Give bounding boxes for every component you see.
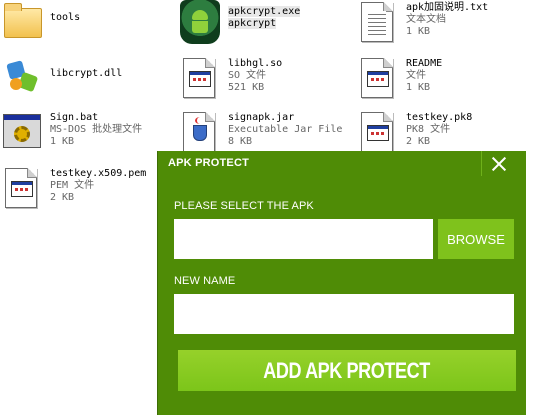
file-desc: apkcrypt (228, 18, 277, 29)
file-name: README (406, 58, 443, 69)
file-name: tools (50, 12, 81, 23)
apk-protect-dialog: APK PROTECT PLEASE SELECT THE APK BROWSE… (157, 151, 526, 415)
file-size: 1 KB (406, 26, 431, 37)
file-size: 521 KB (228, 82, 265, 93)
file-libcrypt[interactable]: libcrypt.dll (2, 56, 122, 100)
file-type: PEM 文件 (50, 180, 95, 191)
file-type: SO 文件 (228, 70, 267, 81)
file-size: 1 KB (406, 82, 431, 93)
file-size: 1 KB (50, 136, 75, 147)
file-size: 8 KB (228, 136, 253, 147)
file-libhgl[interactable]: libhgl.so SO 文件 521 KB (180, 56, 282, 100)
file-name: apkcrypt.exe (228, 6, 301, 17)
file-type: 文件 (406, 70, 426, 81)
file-name: apk加固说明.txt (406, 2, 489, 13)
android-app-icon (180, 0, 220, 44)
add-apk-protect-button[interactable]: ADD APK PROTECT (178, 350, 516, 391)
file-name: Sign.bat (50, 112, 99, 123)
file-name: libhgl.so (228, 58, 283, 69)
generic-file-icon (180, 56, 220, 100)
close-button[interactable] (481, 151, 516, 176)
file-testkey-pem[interactable]: testkey.x509.pem PEM 文件 2 KB (2, 166, 146, 210)
batch-file-icon (2, 110, 42, 154)
dialog-titlebar[interactable]: APK PROTECT (158, 151, 526, 177)
new-name-label: NEW NAME (174, 275, 236, 287)
file-signapk[interactable]: signapk.jar Executable Jar File 8 KB (180, 110, 342, 154)
file-size: 2 KB (406, 136, 431, 147)
file-readme[interactable]: README 文件 1 KB (358, 56, 442, 100)
file-tools[interactable]: tools (2, 0, 80, 44)
browse-button[interactable]: BROWSE (438, 219, 514, 259)
file-type: 文本文档 (406, 14, 446, 25)
file-apkcrypt[interactable]: apkcrypt.exe apkcrypt (180, 0, 301, 44)
dialog-title: APK PROTECT (168, 157, 250, 169)
generic-file-icon (358, 56, 398, 100)
add-apk-protect-label: ADD APK PROTECT (263, 357, 431, 383)
file-name: testkey.pk8 (406, 112, 473, 123)
file-apk-doc[interactable]: apk加固说明.txt 文本文档 1 KB (358, 0, 488, 44)
file-type: MS-DOS 批处理文件 (50, 124, 143, 135)
file-name: testkey.x509.pem (50, 168, 147, 179)
library-icon (2, 56, 42, 100)
file-size: 2 KB (50, 192, 75, 203)
file-name: libcrypt.dll (50, 68, 123, 79)
text-document-icon (358, 0, 398, 44)
file-sign-bat[interactable]: Sign.bat MS-DOS 批处理文件 1 KB (2, 110, 142, 154)
new-name-input[interactable] (174, 294, 514, 334)
file-type: PK8 文件 (406, 124, 451, 135)
generic-file-icon (2, 166, 42, 210)
file-testkey-pk8[interactable]: testkey.pk8 PK8 文件 2 KB (358, 110, 472, 154)
file-name: signapk.jar (228, 112, 295, 123)
close-icon (492, 157, 506, 171)
java-jar-icon (180, 110, 220, 154)
generic-file-icon (358, 110, 398, 154)
apk-path-input[interactable] (174, 219, 433, 259)
file-type: Executable Jar File (228, 124, 343, 135)
folder-icon (2, 0, 42, 44)
select-apk-label: PLEASE SELECT THE APK (174, 200, 314, 212)
